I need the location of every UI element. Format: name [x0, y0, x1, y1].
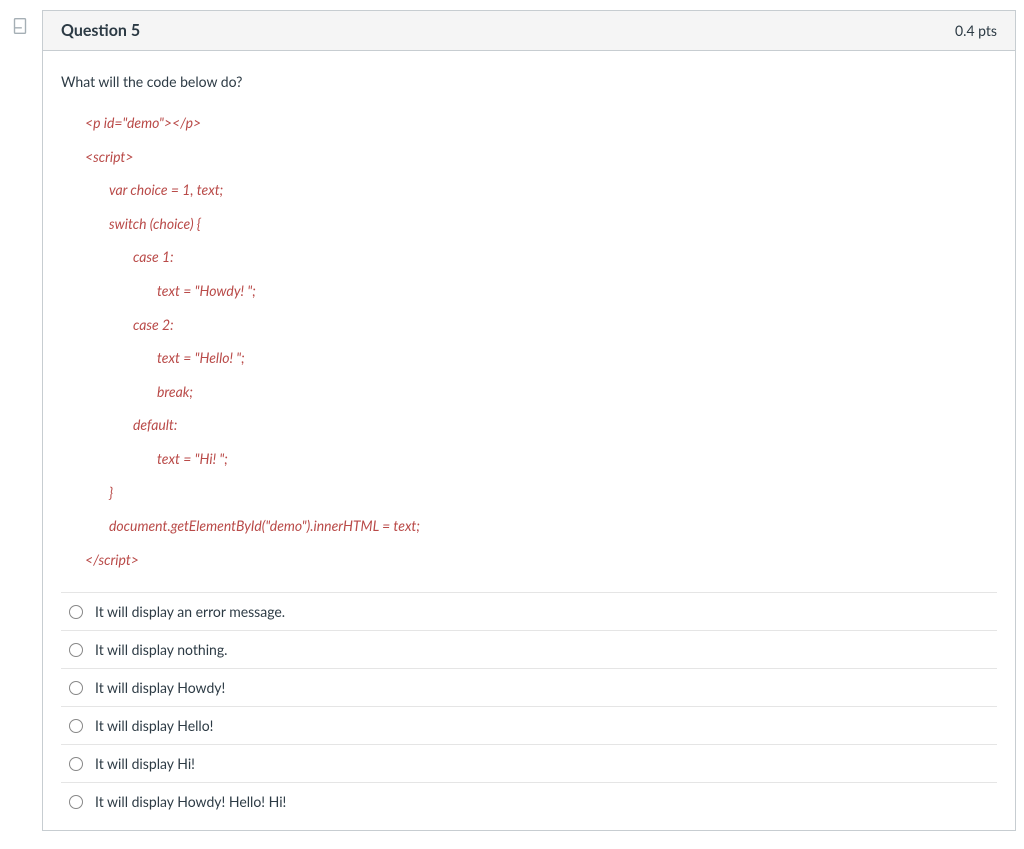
code-line: var choice = 1, text;	[61, 173, 997, 207]
code-block: <p id="demo"></p> <script> var choice = …	[61, 106, 997, 576]
code-line: document.getElementById("demo").innerHTM…	[61, 509, 997, 543]
answer-option[interactable]: It will display Hello!	[61, 706, 997, 744]
radio-icon[interactable]	[69, 757, 83, 771]
code-line: }	[61, 476, 997, 510]
answer-option[interactable]: It will display Hi!	[61, 744, 997, 782]
radio-icon[interactable]	[69, 643, 83, 657]
question-body: What will the code below do? <p id="demo…	[43, 51, 1015, 830]
code-line: text = "Hello! ";	[61, 341, 997, 375]
answer-label: It will display nothing.	[95, 641, 227, 658]
answer-label: It will display Hi!	[95, 755, 195, 772]
question-card: Question 5 0.4 pts What will the code be…	[42, 10, 1016, 831]
drag-handle-icon[interactable]	[8, 12, 32, 40]
code-line: text = "Hi! ";	[61, 442, 997, 476]
quiz-container: Question 5 0.4 pts What will the code be…	[8, 10, 1016, 831]
code-line: <p id="demo"></p>	[61, 106, 997, 140]
code-line: default:	[61, 408, 997, 442]
question-title: Question 5	[61, 21, 140, 40]
question-prompt: What will the code below do?	[61, 73, 997, 90]
code-line: case 2:	[61, 308, 997, 342]
answer-label: It will display Howdy!	[95, 679, 225, 696]
answer-option[interactable]: It will display Howdy!	[61, 668, 997, 706]
answer-label: It will display an error message.	[95, 603, 285, 620]
answer-option[interactable]: It will display an error message.	[61, 592, 997, 630]
code-line: text = "Howdy! ";	[61, 274, 997, 308]
question-points: 0.4 pts	[955, 22, 997, 39]
answer-option[interactable]: It will display Howdy! Hello! Hi!	[61, 782, 997, 820]
answer-label: It will display Howdy! Hello! Hi!	[95, 793, 286, 810]
code-line: case 1:	[61, 240, 997, 274]
answer-label: It will display Hello!	[95, 717, 213, 734]
answers-list: It will display an error message. It wil…	[61, 592, 997, 820]
radio-icon[interactable]	[69, 719, 83, 733]
code-line: <script>	[61, 140, 997, 174]
question-header: Question 5 0.4 pts	[43, 11, 1015, 51]
answer-option[interactable]: It will display nothing.	[61, 630, 997, 668]
radio-icon[interactable]	[69, 681, 83, 695]
radio-icon[interactable]	[69, 795, 83, 809]
code-line: switch (choice) {	[61, 207, 997, 241]
code-line: </script>	[61, 543, 997, 577]
radio-icon[interactable]	[69, 605, 83, 619]
code-line: break;	[61, 375, 997, 409]
